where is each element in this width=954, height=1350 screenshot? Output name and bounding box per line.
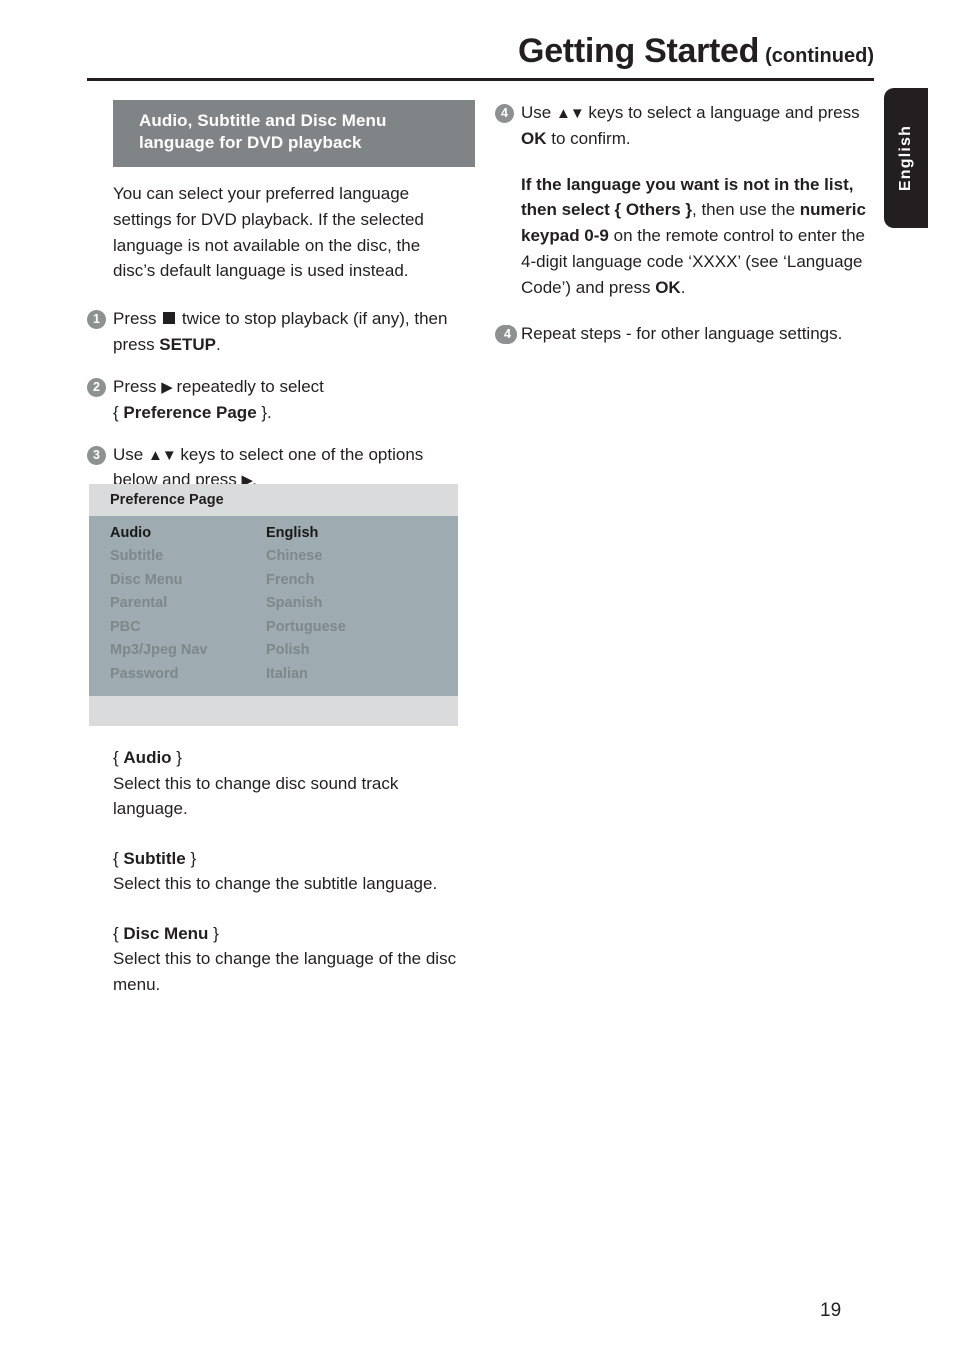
- option-subtitle-name: Subtitle: [123, 848, 186, 868]
- step-4-text: Use ▲▼ keys to select a language and pre…: [521, 103, 860, 148]
- section-title-line-1: Audio, Subtitle and Disc Menu: [139, 111, 387, 130]
- setting-value: Chinese: [266, 548, 323, 565]
- step-4: 4 Use ▲▼ keys to select a language and p…: [495, 100, 873, 152]
- setting-value: Spanish: [266, 595, 323, 612]
- setting-value: Polish: [266, 642, 310, 659]
- table-row[interactable]: Disc Menu French: [89, 569, 458, 592]
- preference-table-footer: [89, 696, 458, 727]
- step-3-badge: 3: [87, 445, 106, 465]
- setting-value: Portuguese: [266, 618, 346, 635]
- setting-value: Italian: [266, 665, 308, 682]
- option-disc-menu: { Disc Menu } Select this to change the …: [113, 921, 473, 998]
- table-row[interactable]: Audio English: [89, 522, 458, 545]
- page-number: 19: [820, 1300, 842, 1321]
- step-1-badge: 1: [87, 310, 106, 330]
- setting-value: English: [266, 525, 319, 541]
- note-rest-3: .: [680, 277, 686, 297]
- option-descriptions: { Audio } Select this to change disc sou…: [113, 745, 473, 1021]
- language-side-tab: English: [884, 88, 928, 228]
- setting-name: Subtitle: [110, 548, 164, 565]
- step-1-text: Press twice to stop playback (if any), t…: [113, 309, 448, 355]
- step-2-text: Press ▶ repeatedly to select{ Preference…: [113, 376, 324, 422]
- step-3-text: Use ▲▼ keys to select one of the options…: [113, 444, 424, 490]
- setting-value: French: [266, 571, 315, 588]
- table-row[interactable]: Parental Spanish: [89, 592, 458, 615]
- step-5: 5 Repeat steps 3 - 4 for other language …: [495, 321, 873, 347]
- setting-name: PBC: [110, 618, 141, 635]
- step-1: 1 Press twice to stop playback (if any),…: [87, 306, 465, 358]
- preference-table-body: Audio English Subtitle Chinese Disc Menu…: [89, 516, 458, 697]
- table-row[interactable]: Subtitle Chinese: [89, 545, 458, 568]
- setting-name: Audio: [110, 525, 152, 541]
- table-row[interactable]: Password Italian: [89, 663, 458, 686]
- left-column: Audio, Subtitle and Disc Menu language f…: [87, 100, 475, 509]
- right-column: 4 Use ▲▼ keys to select a language and p…: [495, 100, 870, 363]
- section-title-line-2: language for DVD playback: [139, 133, 362, 153]
- right-triangle-icon: ▶: [161, 378, 173, 396]
- setting-name: Parental: [110, 595, 168, 612]
- page-title-continued: (continued): [765, 45, 874, 67]
- page-header: Getting Started (continued): [87, 32, 874, 80]
- stop-square-icon: [163, 312, 176, 325]
- option-audio-name: Audio: [123, 748, 172, 767]
- note-rest-1: , then use the: [692, 200, 800, 220]
- option-audio: { Audio } Select this to change disc sou…: [113, 745, 473, 822]
- setting-name: Disc Menu: [110, 571, 183, 588]
- table-row[interactable]: PBC Portuguese: [89, 616, 458, 639]
- page-title: Getting Started: [518, 32, 760, 70]
- step-5-text: Repeat steps 3 - 4 for other language se…: [498, 324, 842, 344]
- option-subtitle: { Subtitle } Select this to change the s…: [113, 846, 473, 897]
- header-divider: [87, 78, 874, 81]
- intro-paragraph: You can select your preferred language s…: [113, 183, 424, 281]
- language-side-tab-label: English: [897, 124, 914, 192]
- preference-page-table: Preference Page Audio English Subtitle C…: [89, 484, 458, 727]
- note-others-text: If the language you want is not in the l…: [521, 175, 866, 297]
- step-2: 2 Press ▶ repeatedly to select{ Preferen…: [87, 374, 465, 426]
- note-bold-3: OK: [655, 277, 681, 297]
- step-ref-4-badge: 4: [498, 324, 517, 344]
- preference-table-header: Preference Page: [89, 484, 458, 516]
- up-down-triangle-icon: ▲▼: [147, 446, 177, 464]
- table-row[interactable]: Mp3/Jpeg Nav Polish: [89, 639, 458, 662]
- note-others: If the language you want is not in the l…: [495, 172, 873, 301]
- option-audio-description: Select this to change disc sound track l…: [113, 773, 399, 819]
- step-4-badge: 4: [495, 104, 514, 123]
- option-audio-title: { Audio }: [113, 748, 182, 767]
- setting-name: Mp3/Jpeg Nav: [110, 642, 208, 659]
- option-disc-menu-name: Disc Menu: [123, 923, 209, 943]
- option-subtitle-title: { Subtitle }: [113, 848, 197, 868]
- up-down-triangle-icon: ▲▼: [555, 105, 585, 122]
- option-disc-menu-title: { Disc Menu }: [113, 923, 219, 943]
- option-subtitle-description: Select this to change the subtitle langu…: [113, 874, 438, 893]
- step-2-badge: 2: [87, 377, 106, 397]
- option-disc-menu-description: Select this to change the language of th…: [113, 949, 457, 994]
- section-title-bar: Audio, Subtitle and Disc Menu language f…: [113, 100, 475, 167]
- setting-name: Password: [110, 665, 179, 682]
